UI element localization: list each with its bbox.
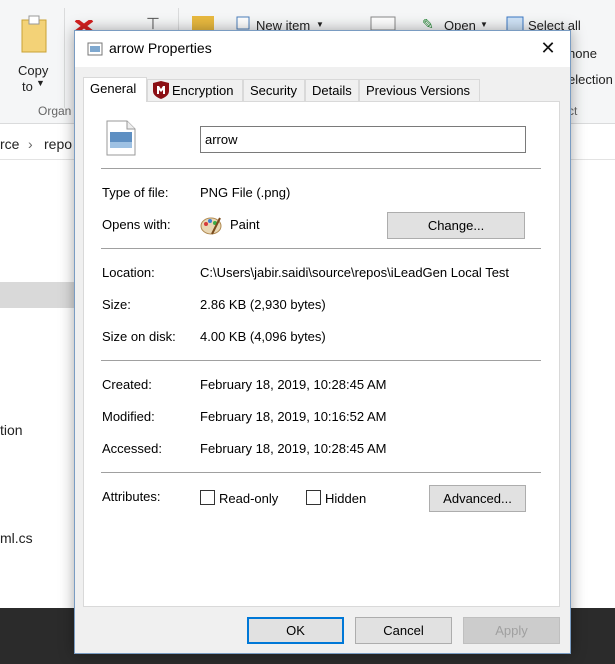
hidden-label[interactable]: Hidden xyxy=(325,491,366,506)
dialog-titlebar[interactable]: arrow Properties ✕ xyxy=(75,31,570,67)
divider xyxy=(101,360,541,361)
properties-dialog: arrow Properties ✕ General Encryption Se… xyxy=(74,30,571,654)
location-value: C:\Users\jabir.saidi\source\repos\iLeadG… xyxy=(200,265,510,280)
created-value: February 18, 2019, 10:28:45 AM xyxy=(200,377,387,392)
modified-value: February 18, 2019, 10:16:52 AM xyxy=(200,409,387,424)
image-file-icon xyxy=(87,42,103,56)
selected-list-item[interactable] xyxy=(0,282,80,308)
new-item-icon[interactable] xyxy=(236,16,250,30)
tab-label: Encryption xyxy=(172,83,234,98)
type-of-file-label: Type of file: xyxy=(102,185,169,200)
tab-security[interactable]: Security xyxy=(243,79,305,101)
tab-label: Security xyxy=(250,83,297,98)
mcafee-shield-icon xyxy=(153,81,169,99)
list-item[interactable]: ml.cs xyxy=(0,530,33,546)
opens-with-value: Paint xyxy=(230,217,260,232)
location-label: Location: xyxy=(102,265,155,280)
select-none-label[interactable]: none xyxy=(568,46,597,61)
copy-to-icon[interactable] xyxy=(20,14,50,54)
paint-app-icon xyxy=(200,217,222,235)
attributes-label: Attributes: xyxy=(102,489,161,504)
copy-label[interactable]: Copy xyxy=(18,63,48,78)
breadcrumb-chevron-icon: › xyxy=(28,136,33,152)
opens-with-label: Opens with: xyxy=(102,217,171,232)
tab-general[interactable]: General xyxy=(83,77,147,102)
png-file-icon xyxy=(106,120,136,156)
close-icon: ✕ xyxy=(540,37,556,58)
tab-label: Previous Versions xyxy=(366,83,471,98)
created-label: Created: xyxy=(102,377,152,392)
tab-label: Details xyxy=(312,83,352,98)
tab-label: General xyxy=(90,81,137,96)
list-item[interactable]: tion xyxy=(0,422,23,438)
copy-to-label[interactable]: to xyxy=(22,79,33,94)
breadcrumb-source[interactable]: rce xyxy=(0,136,19,152)
cancel-button[interactable]: Cancel xyxy=(355,617,452,644)
divider xyxy=(101,472,541,473)
type-of-file-value: PNG File (.png) xyxy=(200,185,291,200)
divider xyxy=(101,248,541,249)
accessed-value: February 18, 2019, 10:28:45 AM xyxy=(200,441,387,456)
breadcrumb-repos[interactable]: repo xyxy=(44,136,72,152)
hidden-checkbox[interactable] xyxy=(306,490,321,505)
advanced-button[interactable]: Advanced... xyxy=(429,485,526,512)
size-label: Size: xyxy=(102,297,131,312)
apply-button[interactable]: Apply xyxy=(463,617,560,644)
read-only-label[interactable]: Read-only xyxy=(219,491,278,506)
modified-label: Modified: xyxy=(102,409,155,424)
close-button[interactable]: ✕ xyxy=(526,31,570,65)
properties-icon[interactable] xyxy=(370,16,396,30)
invert-selection-label[interactable]: election xyxy=(568,72,613,87)
tab-previous-versions[interactable]: Previous Versions xyxy=(359,79,480,101)
general-panel: arrow Type of file: PNG File (.png) Open… xyxy=(83,101,560,607)
tab-details[interactable]: Details xyxy=(305,79,359,101)
dropdown-arrow-icon: ▼ xyxy=(36,78,45,88)
size-value: 2.86 KB (2,930 bytes) xyxy=(200,297,326,312)
size-on-disk-value: 4.00 KB (4,096 bytes) xyxy=(200,329,326,344)
dropdown-arrow-icon: ▼ xyxy=(316,20,324,29)
file-name-input[interactable]: arrow xyxy=(200,126,526,153)
change-button[interactable]: Change... xyxy=(387,212,525,239)
dropdown-arrow-icon: ▼ xyxy=(480,20,488,29)
ok-button[interactable]: OK xyxy=(247,617,344,644)
accessed-label: Accessed: xyxy=(102,441,162,456)
new-folder-icon[interactable] xyxy=(192,14,214,30)
screen: Copy to ▼ ⊤ Organ New item ▼ ✎ Open ▼ Se… xyxy=(0,0,615,664)
tab-encryption[interactable]: Encryption xyxy=(147,79,243,101)
size-on-disk-label: Size on disk: xyxy=(102,329,176,344)
divider xyxy=(101,168,541,169)
read-only-checkbox[interactable] xyxy=(200,490,215,505)
organize-group-label: Organ xyxy=(38,104,72,118)
dialog-title: arrow Properties xyxy=(109,40,212,56)
